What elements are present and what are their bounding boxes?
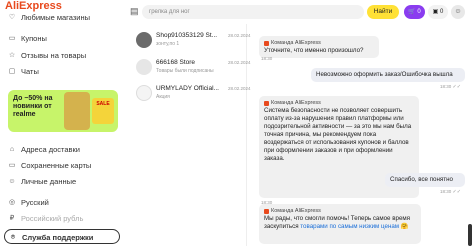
promo-banner[interactable]: До −50% на новинки от realme SALE — [8, 90, 118, 132]
cart-button[interactable]: 🛒 0 — [404, 5, 425, 19]
sidebar-item-label: Служба поддержки — [22, 233, 94, 242]
box-icon: ▣ — [432, 9, 439, 15]
promo-text: До −50% на новинки от realme — [13, 95, 53, 118]
sender-name: Команда AliExpress — [271, 40, 321, 46]
card-icon: ▭ — [8, 161, 16, 169]
message-time: 18:30 — [261, 56, 273, 61]
sidebar-item-label: Купоны — [21, 34, 47, 43]
search-input[interactable]: грелка для ног — [142, 5, 364, 19]
orders-button[interactable]: ▣ 0 — [428, 5, 448, 19]
sidebar-item-label: Российский рубль — [21, 214, 84, 223]
profile-icon: ☺ — [8, 177, 16, 185]
sidebar-item-chats[interactable]: ▢ Чаты — [8, 67, 39, 76]
support-icon: ⌾ — [10, 233, 16, 241]
sidebar-item-label: Сохраненные карты — [21, 161, 92, 170]
message-time: 18:30 ✓✓ — [440, 189, 461, 195]
shop-avatar — [136, 85, 152, 101]
sidebar: AliExpress ♡ Любимые магазины ▭ Купоны ☆… — [0, 0, 128, 246]
scrollbar[interactable] — [468, 224, 472, 246]
chat-preview: зонту,по 1 — [156, 41, 180, 47]
message-text: Уточните, что именно произошло? — [264, 47, 364, 54]
incoming-message: Команда AliExpress Мы рады, что смогли п… — [259, 204, 421, 244]
sidebar-item-language[interactable]: ◎ Русский — [8, 198, 49, 207]
incoming-message: Команда AliExpress Уточните, что именно … — [259, 36, 379, 58]
chat-name: URMYLADY Official... — [156, 85, 219, 92]
find-button[interactable]: Найти — [367, 5, 399, 19]
chat-preview: Товары были подписаны — [156, 68, 214, 74]
sidebar-item-label: Адреса доставки — [21, 145, 81, 154]
avatar[interactable]: ☺ — [451, 5, 465, 19]
aliexpress-icon — [264, 100, 269, 106]
read-check-icon: ✓✓ — [452, 189, 461, 195]
sidebar-item-label: Отзывы на товары — [21, 51, 87, 60]
shop-avatar — [136, 32, 152, 48]
message-text: Невозможно оформить заказ/Ошибочка вышла — [316, 71, 453, 78]
globe-icon: ◎ — [8, 198, 16, 206]
shop-avatar — [136, 59, 152, 75]
phone-image — [64, 92, 90, 130]
promo-tag: SALE — [92, 98, 114, 124]
aliexpress-logo[interactable]: AliExpress — [5, 0, 62, 12]
read-check-icon: ✓✓ — [452, 84, 461, 90]
list-item[interactable]: Shop910353129 St... 28.02.2024 зонту,по … — [136, 32, 251, 54]
aliexpress-icon — [264, 208, 269, 214]
review-icon: ☆ — [8, 51, 16, 59]
support-button[interactable]: ⌾ Служба поддержки — [4, 229, 120, 244]
aliexpress-icon — [264, 40, 269, 46]
orders-count: 0 — [440, 9, 444, 15]
sidebar-item-coupons[interactable]: ▭ Купоны — [8, 34, 47, 43]
sidebar-item-favorite-stores[interactable]: ♡ Любимые магазины — [8, 13, 90, 22]
sidebar-item-saved-cards[interactable]: ▭ Сохраненные карты — [8, 161, 92, 170]
catalog-icon: ▤ — [130, 6, 139, 16]
heart-store-icon: ♡ — [8, 13, 16, 21]
outgoing-message: Спасибо, все понятно — [385, 173, 465, 187]
chat-name: 666168 Store — [156, 59, 196, 66]
lowest-prices-link[interactable]: товарами по самым низким ценам — [300, 223, 399, 230]
cart-icon: 🛒 — [408, 9, 416, 15]
outgoing-message: Невозможно оформить заказ/Ошибочка вышла — [311, 68, 465, 82]
sender-name: Команда AliExpress — [271, 100, 321, 106]
chat-name: Shop910353129 St... — [156, 32, 218, 39]
list-item[interactable]: 666168 Store 28.02.2024 Товары были подп… — [136, 59, 251, 81]
sidebar-item-addresses[interactable]: ⌂ Адреса доставки — [8, 145, 80, 154]
sidebar-item-personal-data[interactable]: ☺ Личные данные — [8, 177, 76, 186]
sender-name: Команда AliExpress — [271, 208, 321, 214]
chat-window: Команда AliExpress Уточните, что именно … — [247, 24, 474, 246]
hug-emoji-icon: 🤗 — [400, 223, 409, 230]
sidebar-item-label: Личные данные — [21, 177, 77, 186]
coupon-icon: ▭ — [8, 34, 16, 42]
sidebar-item-label: Русский — [21, 198, 49, 207]
cart-count: 0 — [417, 9, 421, 15]
sidebar-item-currency[interactable]: ₽ Российский рубль — [8, 214, 84, 223]
ruble-icon: ₽ — [9, 214, 15, 222]
sidebar-item-label: Любимые магазины — [21, 13, 90, 22]
message-time: 18:30 ✓✓ — [440, 84, 461, 90]
list-item[interactable]: URMYLADY Official... 28.02.2024 Акция — [136, 85, 251, 107]
chat-list: Shop910353129 St... 28.02.2024 зонту,по … — [128, 24, 251, 246]
sidebar-item-reviews[interactable]: ☆ Отзывы на товары — [8, 51, 86, 60]
location-icon: ⌂ — [9, 145, 15, 153]
catalog-button[interactable]: ▤ — [130, 6, 140, 18]
chat-icon: ▢ — [8, 67, 16, 75]
sidebar-item-label: Чаты — [21, 67, 39, 76]
message-text: Мы рады, что смогли помочь! Теперь самое… — [264, 215, 410, 230]
chat-preview: Акция — [156, 94, 170, 100]
message-text: Спасибо, все понятно — [390, 176, 453, 183]
